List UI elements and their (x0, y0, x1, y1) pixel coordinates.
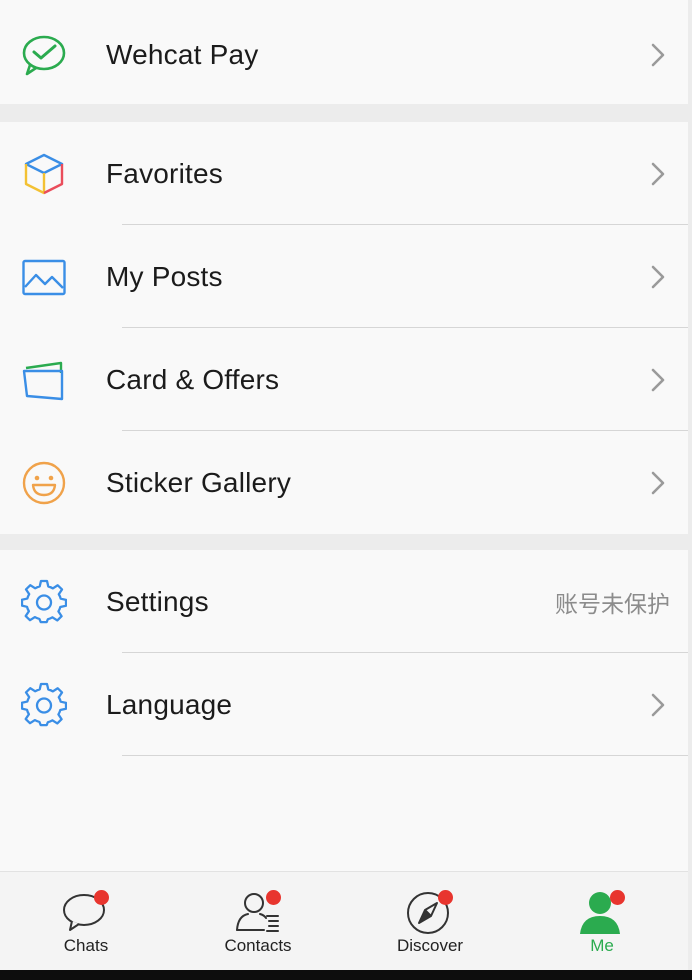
image-icon (21, 254, 67, 300)
menu-item-favorites[interactable]: Favorites (0, 122, 688, 225)
smiley-icon (21, 460, 67, 506)
menu-label-card-offers: Card & Offers (106, 363, 280, 395)
menu-item-my-posts[interactable]: My Posts (0, 225, 688, 328)
gear-icon (21, 682, 67, 728)
menu-item-language[interactable]: Language (0, 653, 688, 756)
chat-bubble-icon (62, 888, 110, 936)
chevron-right-icon (650, 264, 666, 290)
tab-contacts[interactable]: Contacts (172, 872, 344, 970)
person-icon (578, 888, 626, 936)
menu-item-wechat-pay[interactable]: Wehcat Pay (0, 3, 688, 106)
group-content: Favorites My Posts Card & Offers Sticker… (0, 122, 688, 534)
chevron-right-icon (650, 470, 666, 496)
group-settings: Settings 账号未保护 Language (0, 550, 688, 756)
row-divider (122, 755, 688, 756)
me-screen: Wehcat Pay Favorites My Posts Card & Off… (0, 0, 688, 970)
tab-label-me: Me (590, 936, 614, 955)
menu-label-my-posts: My Posts (106, 260, 223, 292)
notification-badge (610, 890, 625, 905)
wallet-card-icon (21, 357, 67, 403)
menu-item-sticker-gallery[interactable]: Sticker Gallery (0, 431, 688, 534)
menu-item-card-offers[interactable]: Card & Offers (0, 328, 688, 431)
cube-icon (21, 151, 67, 197)
menu-label-language: Language (106, 688, 233, 720)
section-gap (0, 534, 688, 550)
contacts-icon (234, 888, 282, 936)
menu-label-wechat-pay: Wehcat Pay (106, 38, 259, 70)
notification-badge (266, 890, 281, 905)
chevron-right-icon (650, 367, 666, 393)
notification-badge (438, 890, 453, 905)
chevron-right-icon (650, 692, 666, 718)
compass-icon (406, 888, 454, 936)
menu-label-settings: Settings (106, 585, 209, 617)
screen-edge (688, 0, 692, 970)
tab-chats[interactable]: Chats (0, 872, 172, 970)
tab-label-chats: Chats (63, 936, 109, 955)
menu-label-sticker-gallery: Sticker Gallery (106, 466, 292, 498)
gear-icon (21, 579, 67, 625)
tab-discover[interactable]: Discover (344, 872, 516, 970)
tab-label-contacts: Contacts (224, 936, 292, 955)
group-pay: Wehcat Pay (0, 3, 688, 106)
system-nav-strip (0, 970, 692, 980)
chevron-right-icon (650, 161, 666, 187)
chevron-right-icon (650, 42, 666, 68)
tab-me[interactable]: Me (516, 872, 688, 970)
account-status-text: 账号未保护 (555, 591, 670, 618)
notification-badge (94, 890, 109, 905)
bottom-tab-bar: Chats Contacts Discover Me (0, 871, 688, 970)
menu-item-settings[interactable]: Settings 账号未保护 (0, 550, 688, 653)
menu-label-favorites: Favorites (106, 157, 223, 189)
wechat-pay-icon (21, 32, 67, 78)
tab-label-discover: Discover (396, 936, 464, 955)
section-gap (0, 104, 688, 122)
